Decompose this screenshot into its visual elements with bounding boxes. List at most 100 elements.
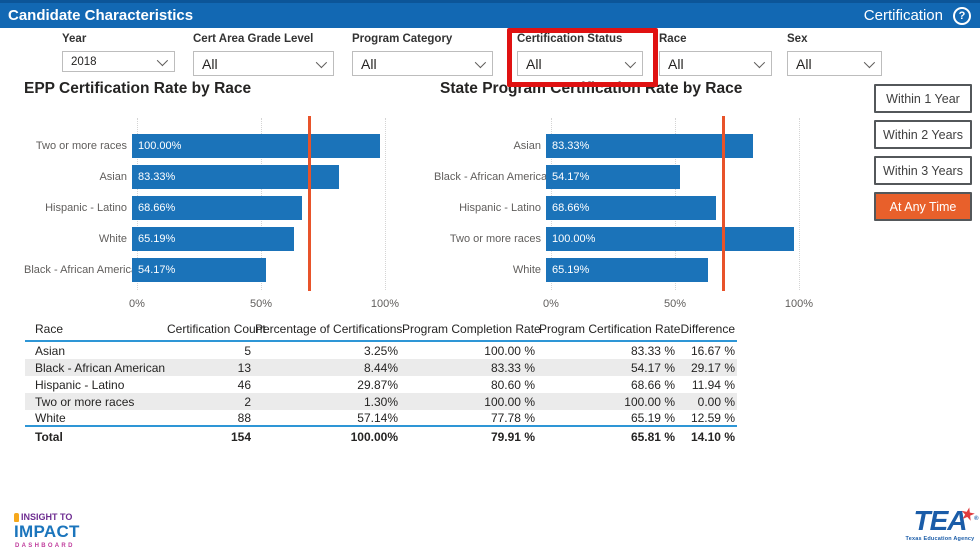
- chart-row: Asian83.33%: [24, 161, 404, 192]
- table-row[interactable]: Black - African American138.44%83.33 %54…: [25, 359, 737, 376]
- total-value-cell: 79.91 %: [400, 430, 537, 444]
- section-label: Certification: [864, 7, 943, 24]
- filter-cert-area-grade-level: Cert Area Grade Level All: [193, 33, 334, 76]
- race-cell: Hispanic - Latino: [25, 378, 165, 392]
- bar[interactable]: 68.66%: [546, 196, 716, 220]
- category-label: Two or more races: [434, 233, 546, 245]
- bar[interactable]: 65.19%: [546, 258, 708, 282]
- chevron-down-icon: [754, 56, 765, 67]
- bar-data-label: 65.19%: [132, 233, 175, 245]
- registered-mark: ®: [974, 505, 977, 533]
- column-header[interactable]: Program Completion Rate: [400, 322, 537, 336]
- title-bar: Candidate Characteristics Certification …: [0, 0, 980, 28]
- chevron-down-icon: [316, 56, 327, 67]
- chevron-down-icon: [475, 56, 486, 67]
- chart-row: Two or more races100.00%: [24, 130, 404, 161]
- total-value-cell: 154: [165, 430, 253, 444]
- bar[interactable]: 68.66%: [132, 196, 302, 220]
- state-chart-title: State Program Certification Rate by Race: [440, 80, 742, 98]
- bar-data-label: 83.33%: [546, 140, 589, 152]
- category-label: Asian: [24, 171, 132, 183]
- bar-track: 65.19%: [546, 258, 794, 282]
- epp-certification-rate-chart: Two or more races100.00%Asian83.33%Hispa…: [24, 112, 404, 317]
- race-cell: White: [25, 411, 165, 425]
- column-header[interactable]: Percentage of Certifications: [253, 322, 400, 336]
- table-total-row: Total154100.00%79.91 %65.81 %14.10 %: [25, 427, 737, 447]
- value-cell: 5: [165, 344, 253, 358]
- filter-certification-status-label: Certification Status: [517, 33, 643, 45]
- state-program-certification-rate-chart: Asian83.33%Black - African American54.17…: [434, 112, 814, 317]
- category-label: Asian: [434, 140, 546, 152]
- bar-data-label: 65.19%: [546, 264, 589, 276]
- chevron-down-icon: [625, 56, 636, 67]
- certification-status-value: All: [526, 56, 542, 72]
- filter-race: Race All: [659, 33, 772, 76]
- year-dropdown[interactable]: 2018: [62, 51, 175, 72]
- total-value-cell: 65.81 %: [537, 430, 677, 444]
- filter-year-label: Year: [62, 33, 175, 45]
- bar-track: 100.00%: [546, 227, 794, 251]
- column-header[interactable]: Certification Count: [165, 322, 253, 336]
- bar-data-label: 54.17%: [546, 171, 589, 183]
- bar-data-label: 54.17%: [132, 264, 175, 276]
- chart-row: Hispanic - Latino68.66%: [24, 192, 404, 223]
- cert-area-value: All: [202, 56, 218, 72]
- value-cell: 57.14%: [253, 411, 400, 425]
- help-icon[interactable]: ?: [953, 7, 971, 25]
- axis-tick-label: 100%: [785, 298, 813, 310]
- program-category-value: All: [361, 56, 377, 72]
- filter-sex-label: Sex: [787, 33, 882, 45]
- certification-status-dropdown[interactable]: All: [517, 51, 643, 76]
- table-row[interactable]: White8857.14%77.78 %65.19 %12.59 %: [25, 410, 737, 427]
- cert-area-grade-level-dropdown[interactable]: All: [193, 51, 334, 76]
- axis-tick-label: 50%: [250, 298, 272, 310]
- sex-dropdown[interactable]: All: [787, 51, 882, 76]
- total-value-cell: 14.10 %: [677, 430, 737, 444]
- program-category-dropdown[interactable]: All: [352, 51, 493, 76]
- value-cell: 77.78 %: [400, 411, 537, 425]
- lightbulb-icon: [14, 513, 19, 522]
- category-label: Hispanic - Latino: [434, 202, 546, 214]
- bar[interactable]: 100.00%: [546, 227, 794, 251]
- value-cell: 29.17 %: [677, 361, 737, 375]
- table-row[interactable]: Asian53.25%100.00 %83.33 %16.67 %: [25, 342, 737, 359]
- table-row[interactable]: Two or more races21.30%100.00 %100.00 %0…: [25, 393, 737, 410]
- column-header[interactable]: Difference: [677, 322, 737, 336]
- filter-sex: Sex All: [787, 33, 882, 76]
- bar[interactable]: 54.17%: [546, 165, 680, 189]
- table-row[interactable]: Hispanic - Latino4629.87%80.60 %68.66 %1…: [25, 376, 737, 393]
- bar[interactable]: 100.00%: [132, 134, 380, 158]
- bar-track: 68.66%: [546, 196, 794, 220]
- chart-row: White65.19%: [24, 223, 404, 254]
- value-cell: 3.25%: [253, 344, 400, 358]
- within-2-years-button[interactable]: Within 2 Years: [874, 120, 972, 149]
- at-any-time-button[interactable]: At Any Time: [874, 192, 972, 221]
- value-cell: 83.33 %: [537, 344, 677, 358]
- within-1-year-button[interactable]: Within 1 Year: [874, 84, 972, 113]
- bar-data-label: 68.66%: [132, 202, 175, 214]
- total-value-cell: 100.00%: [253, 430, 400, 444]
- value-cell: 80.60 %: [400, 378, 537, 392]
- value-cell: 100.00 %: [400, 395, 537, 409]
- insight-logo-line1: INSIGHT TO: [21, 513, 72, 522]
- race-dropdown[interactable]: All: [659, 51, 772, 76]
- race-cell: Two or more races: [25, 395, 165, 409]
- chart-row: Asian83.33%: [434, 130, 814, 161]
- category-label: Black - African American: [24, 264, 132, 276]
- axis-tick-label: 0%: [543, 298, 559, 310]
- within-3-years-button[interactable]: Within 3 Years: [874, 156, 972, 185]
- reference-line: [722, 116, 725, 291]
- chart-row: Hispanic - Latino68.66%: [434, 192, 814, 223]
- bar-data-label: 83.33%: [132, 171, 175, 183]
- chart-row: Black - African American54.17%: [434, 161, 814, 192]
- filter-program-category-label: Program Category: [352, 33, 493, 45]
- tea-subtitle: Texas Education Agency: [901, 536, 979, 542]
- reference-line: [308, 116, 311, 291]
- race-cell: Black - African American: [25, 361, 165, 375]
- bar[interactable]: 54.17%: [132, 258, 266, 282]
- insight-to-impact-logo: INSIGHT TO IMPACT DASHBOARD: [14, 513, 80, 549]
- column-header[interactable]: Race: [25, 322, 165, 336]
- bar[interactable]: 65.19%: [132, 227, 294, 251]
- category-label: White: [434, 264, 546, 276]
- column-header[interactable]: Program Certification Rate: [537, 322, 677, 336]
